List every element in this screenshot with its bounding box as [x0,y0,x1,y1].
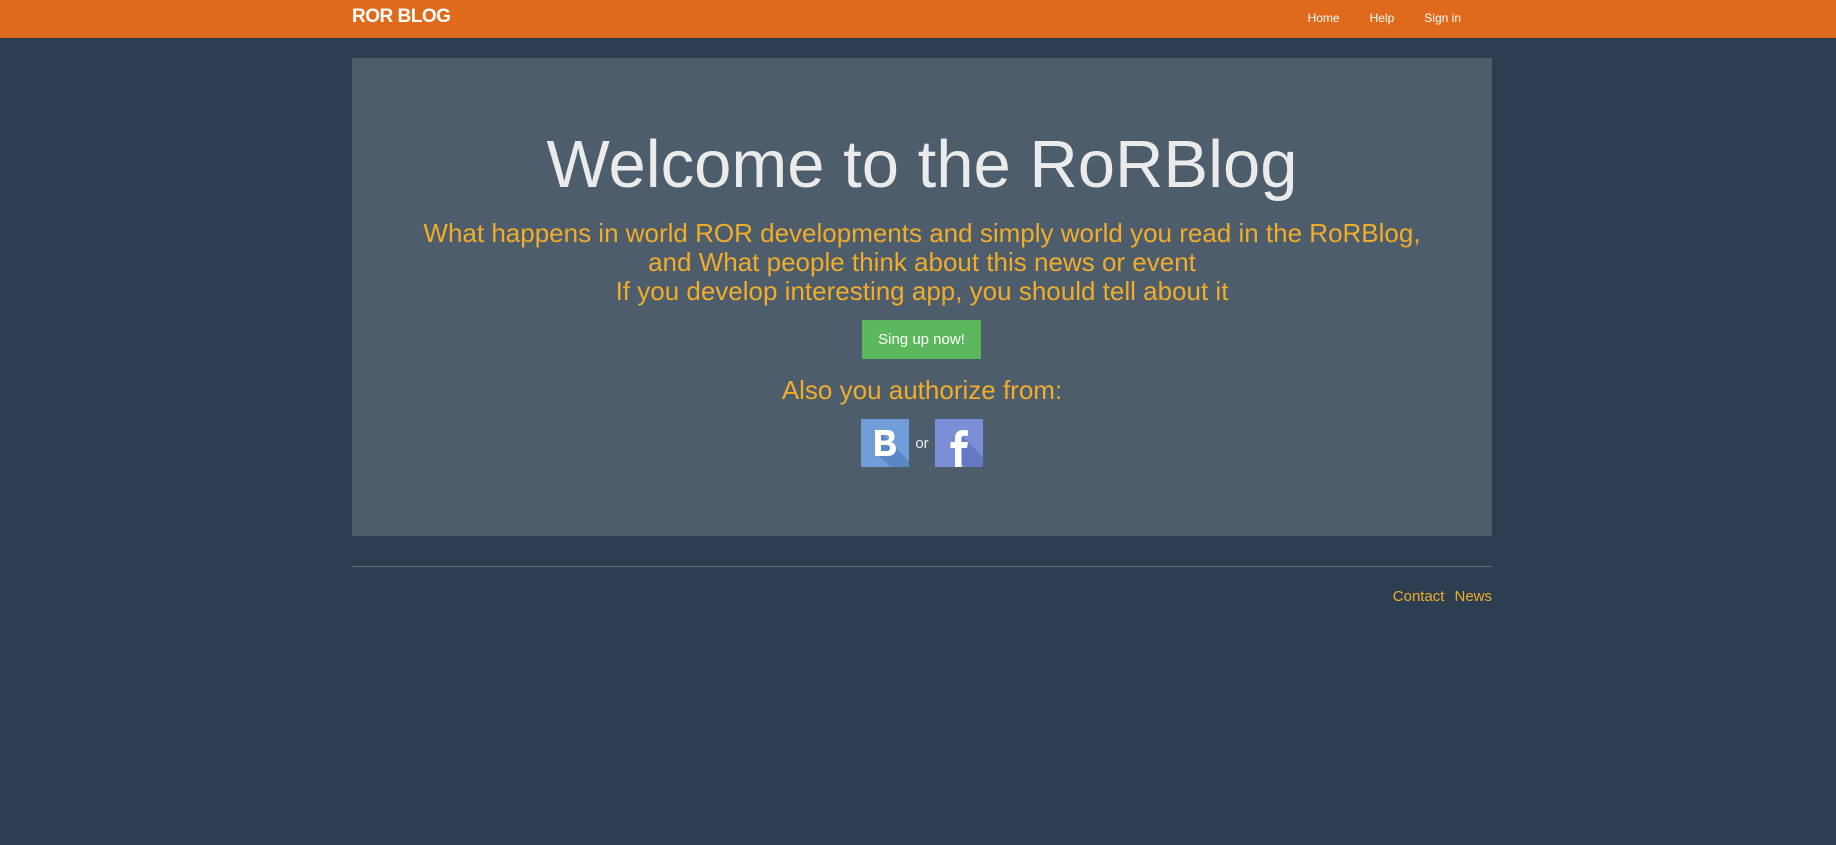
vk-b-icon[interactable] [861,419,910,467]
nav-home-link[interactable]: Home [1293,11,1355,25]
tagline: What happens in world ROR developments a… [352,219,1492,306]
brand-link[interactable]: ROR BLOG [352,6,451,28]
top-navbar: ROR BLOG Home Help Sign in [0,0,1836,38]
footer-contact-link[interactable]: Contact [1393,588,1445,605]
tagline-line: What happens in world ROR developments a… [423,218,1421,248]
footer-divider [352,566,1492,567]
signup-button[interactable]: Sing up now! [862,320,981,359]
nav-links: Home Help Sign in [1293,11,1476,25]
hero-panel: Welcome to the RoRBlog What happens in w… [352,58,1492,536]
facebook-f-icon[interactable] [934,419,983,467]
auth-separator: or [915,434,929,452]
footer-links: Contact News [1393,588,1492,605]
auth-heading: Also you authorize from: [781,375,1063,405]
footer-news-link[interactable]: News [1454,588,1492,605]
page-title: Welcome to the RoRBlog [546,127,1298,202]
nav-signin-link[interactable]: Sign in [1409,11,1476,25]
tagline-line: and What people think about this news or… [648,247,1196,277]
nav-help-link[interactable]: Help [1355,11,1410,25]
tagline-line: If you develop interesting app, you shou… [615,276,1229,306]
auth-providers: or [352,419,1492,467]
